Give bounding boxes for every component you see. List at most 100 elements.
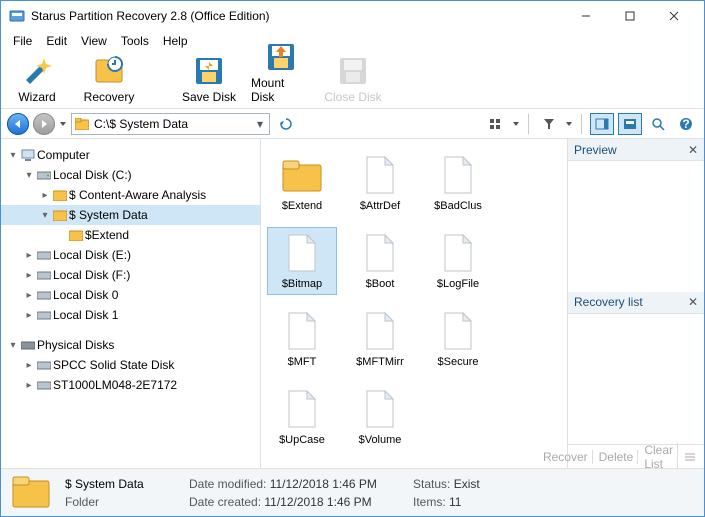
file-icon — [281, 310, 323, 352]
main-area: ▾Computer ▾Local Disk (C:) ▸$ Content-Aw… — [1, 139, 704, 468]
file-icon — [437, 310, 479, 352]
toolbar-save-disk[interactable]: Save Disk — [179, 54, 239, 104]
tree-local-0[interactable]: ▸Local Disk 0 — [1, 285, 260, 305]
status-created-value: 11/12/2018 1:46 PM — [264, 495, 371, 509]
address-bar[interactable]: ▾ — [71, 113, 270, 135]
filter-dropdown[interactable] — [565, 117, 573, 131]
tree-local-e[interactable]: ▸Local Disk (E:) — [1, 245, 260, 265]
file-icon — [281, 388, 323, 430]
tree-local-1[interactable]: ▸Local Disk 1 — [1, 305, 260, 325]
recovery-icon — [92, 54, 126, 88]
delete-button[interactable]: Delete — [595, 450, 639, 464]
recovery-list-body — [568, 314, 704, 445]
file-item[interactable]: $MFTMirr — [345, 305, 415, 373]
file-item[interactable]: $MFT — [267, 305, 337, 373]
file-item[interactable]: $Boot — [345, 227, 415, 295]
status-bar: $ System Data Folder Date modified: 11/1… — [1, 468, 704, 516]
titlebar: Starus Partition Recovery 2.8 (Office Ed… — [1, 1, 704, 31]
close-button[interactable] — [652, 2, 696, 30]
tree-st1000[interactable]: ▸ST1000LM048-2E7172 — [1, 375, 260, 395]
file-icon — [359, 154, 401, 196]
folder-icon — [72, 118, 92, 130]
file-item[interactable]: $Secure — [423, 305, 493, 373]
clear-list-button[interactable]: Clear List — [640, 443, 678, 471]
tree-local-c[interactable]: ▾Local Disk (C:) — [1, 165, 260, 185]
status-folder-icon — [11, 473, 51, 513]
preview-header: Preview ✕ — [568, 139, 704, 161]
file-item[interactable]: $LogFile — [423, 227, 493, 295]
file-icon — [437, 154, 479, 196]
file-item[interactable]: $Extend — [267, 149, 337, 217]
close-disk-icon — [336, 54, 370, 88]
file-item[interactable]: $UpCase — [267, 383, 337, 451]
window-title: Starus Partition Recovery 2.8 (Office Ed… — [31, 9, 564, 23]
nav-history-dropdown[interactable] — [59, 117, 67, 131]
menu-tools[interactable]: Tools — [115, 32, 155, 50]
menu-edit[interactable]: Edit — [40, 32, 73, 50]
toolbar-close-disk-label: Close Disk — [324, 90, 381, 104]
status-modified-value: 11/12/2018 1:46 PM — [270, 477, 377, 491]
tree-spcc[interactable]: ▸SPCC Solid State Disk — [1, 355, 260, 375]
filter-button[interactable] — [537, 113, 561, 135]
tree-local-f[interactable]: ▸Local Disk (F:) — [1, 265, 260, 285]
nav-back-button[interactable] — [7, 113, 29, 135]
tree-computer[interactable]: ▾Computer — [1, 145, 260, 165]
nav-forward-button[interactable] — [33, 113, 55, 135]
menu-file[interactable]: File — [7, 32, 38, 50]
preview-title: Preview — [574, 143, 617, 157]
view-mode-button[interactable] — [484, 113, 508, 135]
file-item[interactable]: $Bitmap — [267, 227, 337, 295]
file-icon — [281, 232, 323, 274]
help-button[interactable]: ? — [674, 113, 698, 135]
toolbar-close-disk: Close Disk — [323, 54, 383, 104]
file-icon — [359, 232, 401, 274]
toolbar-save-disk-label: Save Disk — [182, 90, 236, 104]
folder-tree[interactable]: ▾Computer ▾Local Disk (C:) ▸$ Content-Aw… — [1, 139, 261, 468]
list-options-icon[interactable] — [680, 452, 700, 462]
status-items-label: Items: — [413, 495, 446, 509]
file-item[interactable]: $Volume — [345, 383, 415, 451]
view-mode-dropdown[interactable] — [512, 117, 520, 131]
menu-help[interactable]: Help — [157, 32, 194, 50]
minimize-button[interactable] — [564, 2, 608, 30]
folder-icon — [281, 154, 323, 196]
toolbar-wizard[interactable]: Wizard — [7, 54, 67, 104]
file-item[interactable]: $BadClus — [423, 149, 493, 217]
svg-text:?: ? — [682, 117, 689, 131]
search-button[interactable] — [646, 113, 670, 135]
status-items-value: 11 — [449, 495, 461, 509]
file-list[interactable]: $Extend $AttrDef $BadClus $Bitmap $Boot … — [261, 139, 568, 468]
file-icon — [359, 310, 401, 352]
recovery-list-actions: Recover Delete Clear List — [568, 444, 704, 468]
status-created-label: Date created: — [189, 495, 261, 509]
toolbar: Wizard Recovery Save Disk Mount Disk Clo… — [1, 51, 704, 109]
recover-button[interactable]: Recover — [539, 450, 593, 464]
file-item[interactable]: $AttrDef — [345, 149, 415, 217]
tree-extend[interactable]: $Extend — [1, 225, 260, 245]
recovery-list-header: Recovery list ✕ — [568, 292, 704, 314]
mount-disk-icon — [264, 40, 298, 74]
recovery-list-close-icon[interactable]: ✕ — [688, 295, 698, 309]
tree-physical[interactable]: ▾Physical Disks — [1, 335, 260, 355]
status-status-label: Status: — [413, 477, 450, 491]
toolbar-mount-disk-label: Mount Disk — [251, 76, 311, 104]
maximize-button[interactable] — [608, 2, 652, 30]
file-icon — [437, 232, 479, 274]
recovery-pane-toggle[interactable] — [618, 113, 642, 135]
preview-close-icon[interactable]: ✕ — [688, 143, 698, 157]
wizard-icon — [20, 54, 54, 88]
preview-pane-toggle[interactable] — [590, 113, 614, 135]
recovery-list-title: Recovery list — [574, 295, 643, 309]
toolbar-recovery[interactable]: Recovery — [79, 54, 139, 104]
file-icon — [359, 388, 401, 430]
tree-content-aware[interactable]: ▸$ Content-Aware Analysis — [1, 185, 260, 205]
tree-system-data[interactable]: ▾$ System Data — [1, 205, 260, 225]
status-name: $ System Data — [65, 477, 175, 491]
refresh-button[interactable] — [274, 113, 298, 135]
address-dropdown[interactable]: ▾ — [251, 117, 269, 131]
toolbar-recovery-label: Recovery — [84, 90, 135, 104]
menu-view[interactable]: View — [75, 32, 113, 50]
toolbar-mount-disk[interactable]: Mount Disk — [251, 40, 311, 104]
menu-bar: File Edit View Tools Help — [1, 31, 704, 51]
address-input[interactable] — [92, 117, 251, 131]
